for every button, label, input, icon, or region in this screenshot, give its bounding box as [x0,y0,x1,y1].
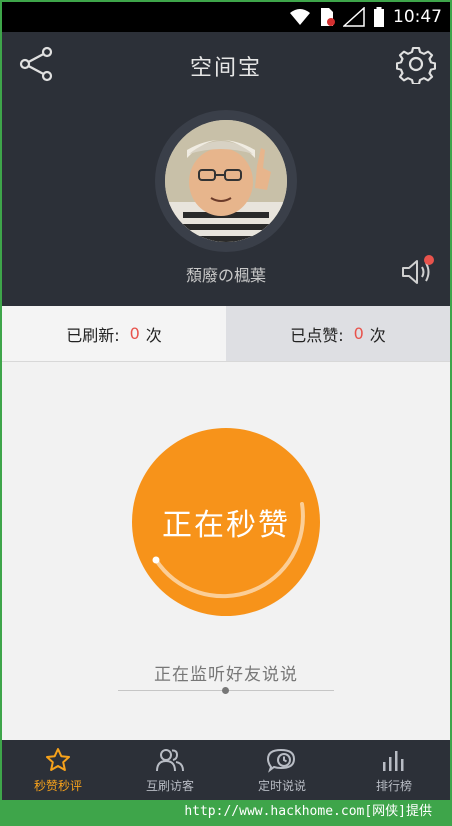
listening-status: 正在监听好友说说 [154,665,298,685]
wifi-icon [290,9,310,25]
nav-label-auto-like: 秒赞秒评 [33,778,82,793]
speaker-icon [402,255,434,284]
refresh-unit: 次 [145,325,162,345]
profile-header: 空间宝 頹廢の楓葉 [2,32,450,306]
progress-indicator [222,687,229,694]
nav-label-scheduled-post: 定时说说 [257,778,306,793]
clock-bubble-icon [267,748,296,773]
avatar-frame [155,110,297,252]
app-title: 空间宝 [189,56,262,81]
auto-like-button[interactable]: 正在秒赞 [132,428,320,616]
username: 頹廢の楓葉 [185,266,266,285]
sim-card-icon [321,8,335,26]
avatar[interactable] [165,120,287,242]
nav-item-auto-like[interactable]: 秒赞秒评 [2,740,114,800]
notification-dot [424,255,434,265]
like-label: 已点赞: [290,325,344,345]
refresh-count: 0 [129,324,140,343]
nav-item-visitor-exchange[interactable]: 互刷访客 [114,740,226,800]
nav-label-visitor-exchange: 互刷访客 [145,778,194,793]
people-icon [156,748,184,771]
like-unit: 次 [369,325,386,345]
bottom-navigation: 秒赞秒评 互刷访客 定时说说 排行榜 [2,740,450,800]
avatar-image [165,120,287,242]
sound-toggle-button[interactable] [398,252,438,292]
signal-icon [343,7,365,27]
nav-label-leaderboard: 排行榜 [375,778,412,793]
refresh-label: 已刷新: [66,325,120,345]
auto-like-label: 正在秒赞 [162,508,290,543]
status-time: 10:47 [393,7,442,27]
watermark-footer: http://www.hackhome.com[网侠]提供 [2,800,450,824]
battery-icon [374,7,384,27]
main-panel: 正在秒赞 正在监听好友说说 [2,362,450,740]
settings-button[interactable] [395,44,437,85]
like-count-stat: 已点赞: 0 次 [226,306,450,361]
gear-icon [395,47,437,85]
nav-item-leaderboard[interactable]: 排行榜 [338,740,450,800]
like-count: 0 [353,324,364,343]
nav-item-scheduled-post[interactable]: 定时说说 [226,740,338,800]
top-bar: 空间宝 [2,32,450,96]
stats-bar: 已刷新: 0 次 已点赞: 0 次 [2,306,450,362]
bar-chart-icon [383,750,404,771]
star-icon [46,747,70,771]
refresh-count-stat: 已刷新: 0 次 [2,306,226,361]
status-bar: 10:47 [2,2,450,32]
